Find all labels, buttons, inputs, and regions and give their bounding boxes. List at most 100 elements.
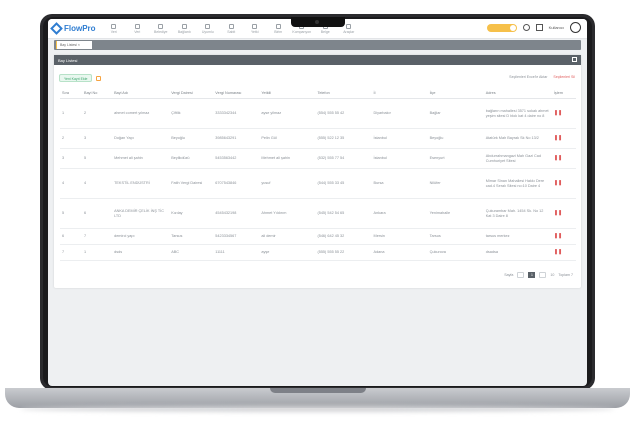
cell: 5453563442 — [213, 148, 260, 169]
prev-page-button[interactable] — [517, 272, 525, 278]
cell: 7 — [60, 244, 83, 261]
per-page-select[interactable]: 10 — [550, 273, 554, 277]
lock-icon[interactable] — [96, 75, 102, 81]
nav-item-veri[interactable]: Veri — [102, 23, 126, 34]
col-adres[interactable]: Adres — [483, 88, 552, 99]
col-vergi-no[interactable]: Vergi Numarası — [213, 88, 260, 99]
card-header: Bay Listesi — [54, 55, 581, 65]
col-bayi-adi[interactable]: Bayi Adı — [112, 88, 170, 99]
cell: 3 — [82, 128, 113, 149]
cell: Bursa — [371, 168, 428, 199]
cell: 4545432198 — [213, 198, 260, 229]
cell: demirci yapı — [112, 228, 170, 245]
cell: 4 — [82, 168, 113, 199]
delete-selected-link[interactable]: Seçilenleri Sil — [553, 75, 575, 79]
pager-label: Sayfa — [504, 273, 514, 277]
col-yetkili[interactable]: Yetkili — [259, 88, 316, 99]
nav-item-sabit[interactable]: Sabit — [220, 23, 244, 34]
col-il[interactable]: İl — [371, 88, 428, 99]
cell: Beylikdüzü — [169, 148, 214, 169]
nav-item-uyumlu[interactable]: Uyumlu — [196, 23, 220, 34]
delete-icon[interactable]: ❚❚ — [551, 198, 576, 229]
col-telefon[interactable]: Telefon — [315, 88, 372, 99]
col-sira[interactable]: Sıra — [60, 88, 83, 99]
export-excel-link[interactable]: Seçilenleri Excel'e Aktar — [509, 75, 547, 79]
cell: 2 — [60, 128, 83, 149]
nav-label: Bağlantı — [177, 29, 191, 34]
laptop-base-notch — [270, 388, 366, 393]
nav-icon — [228, 23, 234, 29]
cell: ayse yilmaz — [259, 98, 316, 129]
table-row[interactable]: 6 7 demirci yapı Tarsus 5423334567 ali demir(… — [60, 228, 576, 245]
nav-item-baglanti[interactable]: Bağlantı — [173, 23, 197, 34]
col-ilce[interactable]: İlçe — [427, 88, 484, 99]
logo-icon — [50, 22, 63, 35]
table-row[interactable]: 7 1 dsds ABC 11111 ayşe (555) 555 55 22 Adana Çu… — [60, 244, 576, 261]
col-bayi-no[interactable]: Bayi No — [82, 88, 113, 99]
nav-item-birim[interactable]: Birim — [267, 23, 291, 34]
delete-icon[interactable]: ❚❚ — [551, 168, 576, 199]
app-screen: FlowPro Veri Veri Belediye Bağlantı Uyum… — [48, 19, 587, 386]
table-row[interactable]: 5 6 ANKA DEMİR ÇELİK İNŞ TİC LTD Kızılay 454… — [60, 198, 576, 229]
cell: 7 — [82, 228, 113, 245]
cell: (532) 555 77 54 — [315, 148, 372, 169]
cell: Adana — [371, 244, 428, 261]
cell: Mersin — [371, 228, 428, 245]
cell: Bağlar — [427, 98, 484, 129]
next-page-button[interactable] — [539, 272, 547, 278]
add-record-button[interactable]: Yeni Kayıt Ekle — [59, 74, 93, 82]
cell: İstanbul — [371, 128, 428, 149]
nav-icon — [134, 23, 140, 29]
nav-label: Kompanyon — [292, 29, 312, 34]
cell: Diyarbakır — [371, 98, 428, 129]
delete-icon[interactable]: ❚❚ — [551, 128, 576, 149]
cell: yusuf — [259, 168, 316, 199]
cell: Doğan Yapı — [112, 128, 170, 149]
avatar[interactable] — [570, 22, 581, 33]
cell: ANKA DEMİR ÇELİK İNŞ TİC LTD — [112, 198, 170, 229]
delete-icon[interactable]: ❚❚ — [551, 244, 576, 261]
cell: Çukurova — [427, 244, 484, 261]
nav-label: Veri — [134, 29, 141, 34]
cell: 6707543846 — [213, 168, 260, 199]
list-card: Bay Listesi Yeni Kayıt Ekle Seçilenleri … — [54, 55, 581, 288]
table-row[interactable]: 1 2 ahmet comert yılmaz Çiftlik 3333342344 ay… — [60, 98, 576, 129]
gear-icon[interactable] — [522, 24, 530, 31]
total-count: Toplam 7 — [558, 273, 573, 277]
cell: 1 — [60, 98, 83, 129]
cell: dsds — [112, 244, 170, 261]
current-page[interactable]: 1 — [528, 272, 536, 278]
cell: ahmet comert yılmaz — [112, 98, 170, 129]
cell: (545) 542 54 65 — [315, 198, 372, 229]
cell: (555) 522 12 35 — [315, 128, 372, 149]
tab-bay-listesi[interactable]: Bay Listesi × — [56, 41, 92, 49]
cell: Ankara — [371, 198, 428, 229]
cell: 4 — [60, 168, 83, 199]
col-vergi-dairesi[interactable]: Vergi Dairesi — [169, 88, 214, 99]
nav-item-belediye[interactable]: Belediye — [149, 23, 173, 34]
table-row[interactable]: 3 5 Mehmet ali şahin Beylikdüzü 5453563442 Me… — [60, 148, 576, 169]
cell: Esenyurt — [427, 148, 484, 169]
nav-label: Araçlar — [343, 29, 355, 34]
cell: Çiftlik — [169, 98, 214, 129]
cell: Yenimahalle — [427, 198, 484, 229]
delete-icon[interactable]: ❚❚ — [551, 98, 576, 129]
expand-icon[interactable] — [572, 57, 577, 62]
nav-item-yetki[interactable]: Yetki — [243, 23, 267, 34]
cell: 3 — [60, 148, 83, 169]
table-row[interactable]: 4 4 TEKSTİL ENDÜSTRİ Fatih Vergi Dairesi 670… — [60, 168, 576, 199]
nav-item-veri-2[interactable]: Veri — [126, 23, 150, 34]
cell: (555) 555 55 22 — [315, 244, 372, 261]
cell: dsadsa — [483, 244, 552, 261]
nav-label: Veri — [110, 29, 117, 34]
theme-toggle[interactable] — [486, 23, 517, 32]
delete-icon[interactable]: ❚❚ — [551, 228, 576, 245]
delete-icon[interactable]: ❚❚ — [551, 148, 576, 169]
user-name[interactable]: Kullanıcı — [549, 25, 564, 30]
table-row[interactable]: 2 3 Doğan Yapı Beyoğlu 3985643291 Pelin Gül (5… — [60, 128, 576, 149]
laptop-shadow — [20, 406, 615, 412]
app-logo[interactable]: FlowPro — [50, 22, 98, 35]
nav-icon — [205, 23, 211, 29]
nav-label: Belge — [320, 29, 330, 34]
fullscreen-icon[interactable] — [535, 24, 543, 31]
